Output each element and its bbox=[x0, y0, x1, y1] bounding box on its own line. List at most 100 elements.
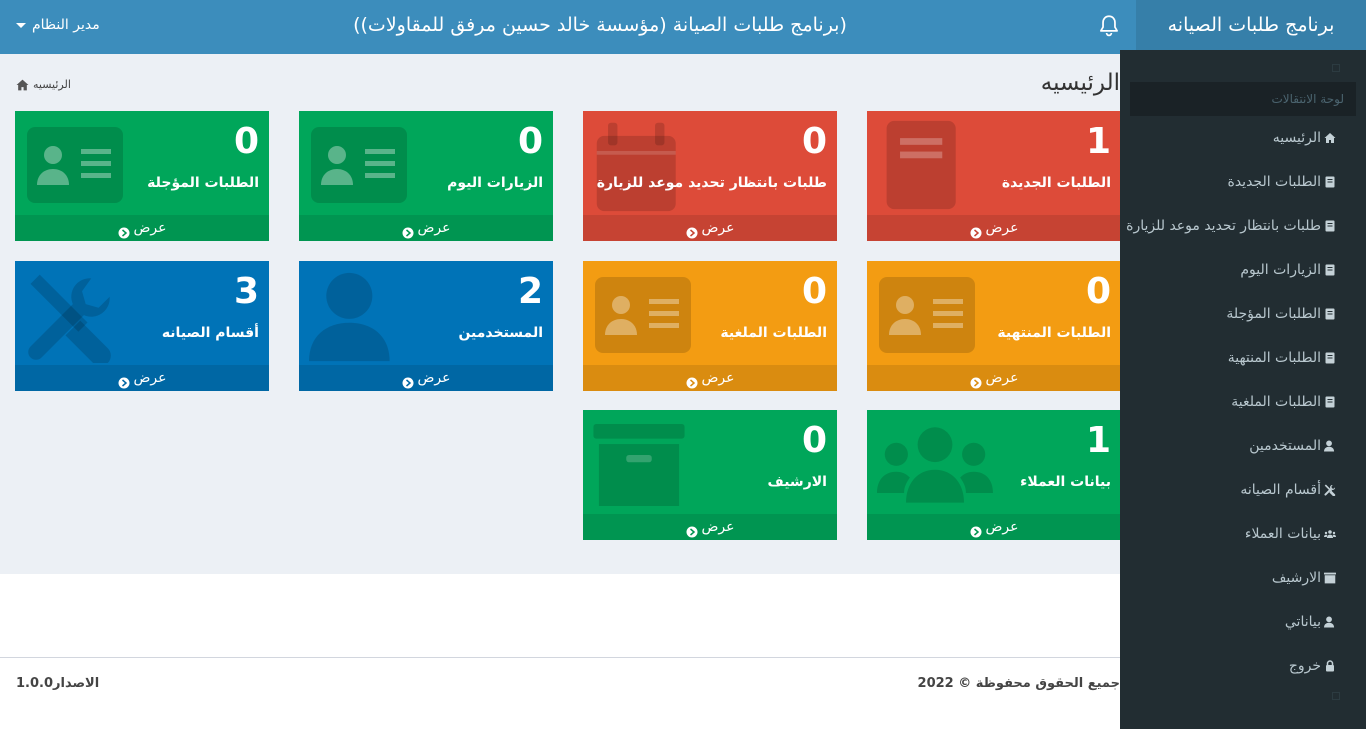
breadcrumb-home[interactable]: الرئيسيه bbox=[33, 78, 71, 91]
book-icon bbox=[1324, 264, 1336, 276]
id-card-icon bbox=[309, 125, 409, 205]
caret-down-icon bbox=[16, 22, 26, 28]
sidebar-item[interactable]: الرئيسيه bbox=[1273, 128, 1336, 148]
arrow-circle-right-icon bbox=[686, 372, 698, 389]
sidebar-item[interactable]: المستخدمين bbox=[1249, 436, 1336, 456]
view-more-label: عرض bbox=[985, 370, 1019, 386]
stat-label: الطلبات المنتهية bbox=[997, 325, 1111, 341]
view-more-link[interactable]: عرض bbox=[583, 514, 837, 540]
users-icon bbox=[877, 424, 993, 504]
book-icon bbox=[1324, 176, 1336, 188]
view-more-link[interactable]: عرض bbox=[15, 365, 269, 391]
top-navbar: مدير النظام (برنامج طلبات الصيانة (مؤسسة… bbox=[0, 0, 1366, 54]
user-icon bbox=[309, 269, 405, 365]
users-icon bbox=[1324, 528, 1336, 540]
arrow-circle-right-icon bbox=[970, 372, 982, 389]
stat-box: 1 الطلبات الجديدة عرض bbox=[867, 111, 1120, 241]
sidebar-item-label: الزيارات اليوم bbox=[1240, 262, 1321, 278]
view-more-link[interactable]: عرض bbox=[867, 514, 1120, 540]
sidebar-item[interactable]: أقسام الصيانه bbox=[1240, 480, 1336, 500]
tools-icon bbox=[1324, 484, 1336, 497]
view-more-label: عرض bbox=[133, 220, 167, 236]
view-more-link[interactable]: عرض bbox=[867, 365, 1120, 391]
arrow-circle-right-icon bbox=[118, 222, 130, 239]
sidebar-item-label: المستخدمين bbox=[1249, 438, 1321, 454]
view-more-link[interactable]: عرض bbox=[583, 215, 837, 241]
stat-label: الطلبات الجديدة bbox=[1001, 175, 1111, 191]
sidebar-item-label: بيانات العملاء bbox=[1244, 526, 1321, 542]
arrow-circle-right-icon bbox=[686, 222, 698, 239]
sidebar-item[interactable]: الطلبات الجديدة bbox=[1227, 172, 1336, 192]
view-more-label: عرض bbox=[133, 370, 167, 386]
id-card-icon bbox=[25, 125, 125, 205]
app-title: (برنامج طلبات الصيانة (مؤسسة خالد حسين م… bbox=[353, 14, 847, 36]
arrow-circle-right-icon bbox=[402, 222, 414, 239]
sidebar-item-label: بياناتي bbox=[1284, 614, 1321, 630]
arrow-circle-right-icon bbox=[402, 372, 414, 389]
calendar-icon bbox=[593, 119, 687, 213]
sidebar-item[interactable]: بياناتي bbox=[1285, 612, 1336, 632]
view-more-link[interactable]: عرض bbox=[299, 365, 553, 391]
view-more-link[interactable]: عرض bbox=[867, 215, 1120, 241]
archive-icon bbox=[593, 424, 685, 506]
sidebar-item[interactable]: الارشيف bbox=[1272, 568, 1336, 588]
stat-count: 1 bbox=[1085, 420, 1111, 461]
sidebar-item[interactable]: خروج bbox=[1289, 656, 1336, 676]
stat-box: 1 بيانات العملاء عرض bbox=[867, 410, 1120, 540]
stat-count: 0 bbox=[801, 121, 827, 162]
book-icon bbox=[877, 117, 973, 213]
arrow-circle-right-icon bbox=[970, 222, 982, 239]
view-more-link[interactable]: عرض bbox=[583, 365, 837, 391]
stat-box: 0 الزيارات اليوم عرض bbox=[299, 111, 553, 241]
stat-box: 0 الطلبات المؤجلة عرض bbox=[15, 111, 269, 241]
stat-label: الزيارات اليوم bbox=[447, 175, 543, 191]
sidebar-item-label: الرئيسيه bbox=[1272, 130, 1321, 146]
bell-icon[interactable] bbox=[1096, 13, 1122, 39]
book-icon bbox=[1324, 220, 1336, 232]
user-icon bbox=[1324, 440, 1336, 452]
user-name: مدير النظام bbox=[32, 17, 100, 33]
user-icon bbox=[1324, 616, 1336, 628]
lock-icon bbox=[1324, 660, 1336, 672]
sidebar-item-label: أقسام الصيانه bbox=[1240, 482, 1321, 498]
view-more-label: عرض bbox=[701, 370, 735, 386]
book-icon bbox=[1324, 308, 1336, 320]
stat-box: 0 طلبات بانتظار تحديد موعد للزيارة عرض bbox=[583, 111, 837, 241]
user-menu-toggle[interactable]: مدير النظام bbox=[16, 0, 100, 50]
brand-logo[interactable]: برنامج طلبات الصيانه bbox=[1136, 0, 1366, 50]
stat-count: 0 bbox=[801, 420, 827, 461]
home-icon bbox=[16, 79, 29, 90]
sidebar-item-label: طلبات بانتظار تحديد موعد للزيارة bbox=[1126, 218, 1321, 234]
version-text: الاصدار1.0.0 bbox=[16, 676, 100, 691]
id-card-icon bbox=[877, 275, 977, 355]
tools-icon bbox=[25, 271, 117, 367]
stat-count: 0 bbox=[801, 271, 827, 312]
arrow-circle-right-icon bbox=[118, 372, 130, 389]
stat-box: 0 الطلبات المنتهية عرض bbox=[867, 261, 1120, 391]
view-more-link[interactable]: عرض bbox=[299, 215, 553, 241]
copyright-text: جميع الحقوق محفوظة © 2022 bbox=[917, 676, 1120, 691]
stat-label: الطلبات المؤجلة bbox=[147, 175, 259, 191]
archive-icon bbox=[1324, 572, 1336, 584]
stat-box: 0 الطلبات الملغية عرض bbox=[583, 261, 837, 391]
sidebar-item[interactable]: طلبات بانتظار تحديد موعد للزيارة bbox=[1126, 216, 1336, 236]
view-more-label: عرض bbox=[417, 370, 451, 386]
stat-box: 0 الارشيف عرض bbox=[583, 410, 837, 540]
sidebar-item[interactable]: الطلبات المؤجلة bbox=[1226, 304, 1336, 324]
sidebar-item[interactable]: بيانات العملاء bbox=[1245, 524, 1336, 544]
stat-count: 1 bbox=[1085, 121, 1111, 162]
stat-count: 0 bbox=[517, 121, 543, 162]
sidebar-item-label: الطلبات المنتهية bbox=[1227, 350, 1321, 366]
arrow-circle-right-icon bbox=[970, 521, 982, 538]
breadcrumb[interactable]: الرئيسيه bbox=[16, 78, 71, 91]
content-wrapper: الرئيسيه الرئيسيه 1 الطلبات الجديدة عرض 0 طل… bbox=[0, 54, 1120, 574]
stat-label: طلبات بانتظار تحديد موعد للزيارة bbox=[596, 175, 827, 191]
view-more-link[interactable]: عرض bbox=[15, 215, 269, 241]
stat-label: الطلبات الملغية bbox=[720, 325, 827, 341]
view-more-label: عرض bbox=[701, 519, 735, 535]
sidebar: لوحة الانتقالات الرئيسيه الطلبات الجديدة ط… bbox=[1120, 50, 1366, 729]
sidebar-item[interactable]: الزيارات اليوم bbox=[1240, 260, 1336, 280]
id-card-icon bbox=[593, 275, 693, 355]
sidebar-item[interactable]: الطلبات الملغية bbox=[1231, 392, 1336, 412]
sidebar-item[interactable]: الطلبات المنتهية bbox=[1228, 348, 1336, 368]
